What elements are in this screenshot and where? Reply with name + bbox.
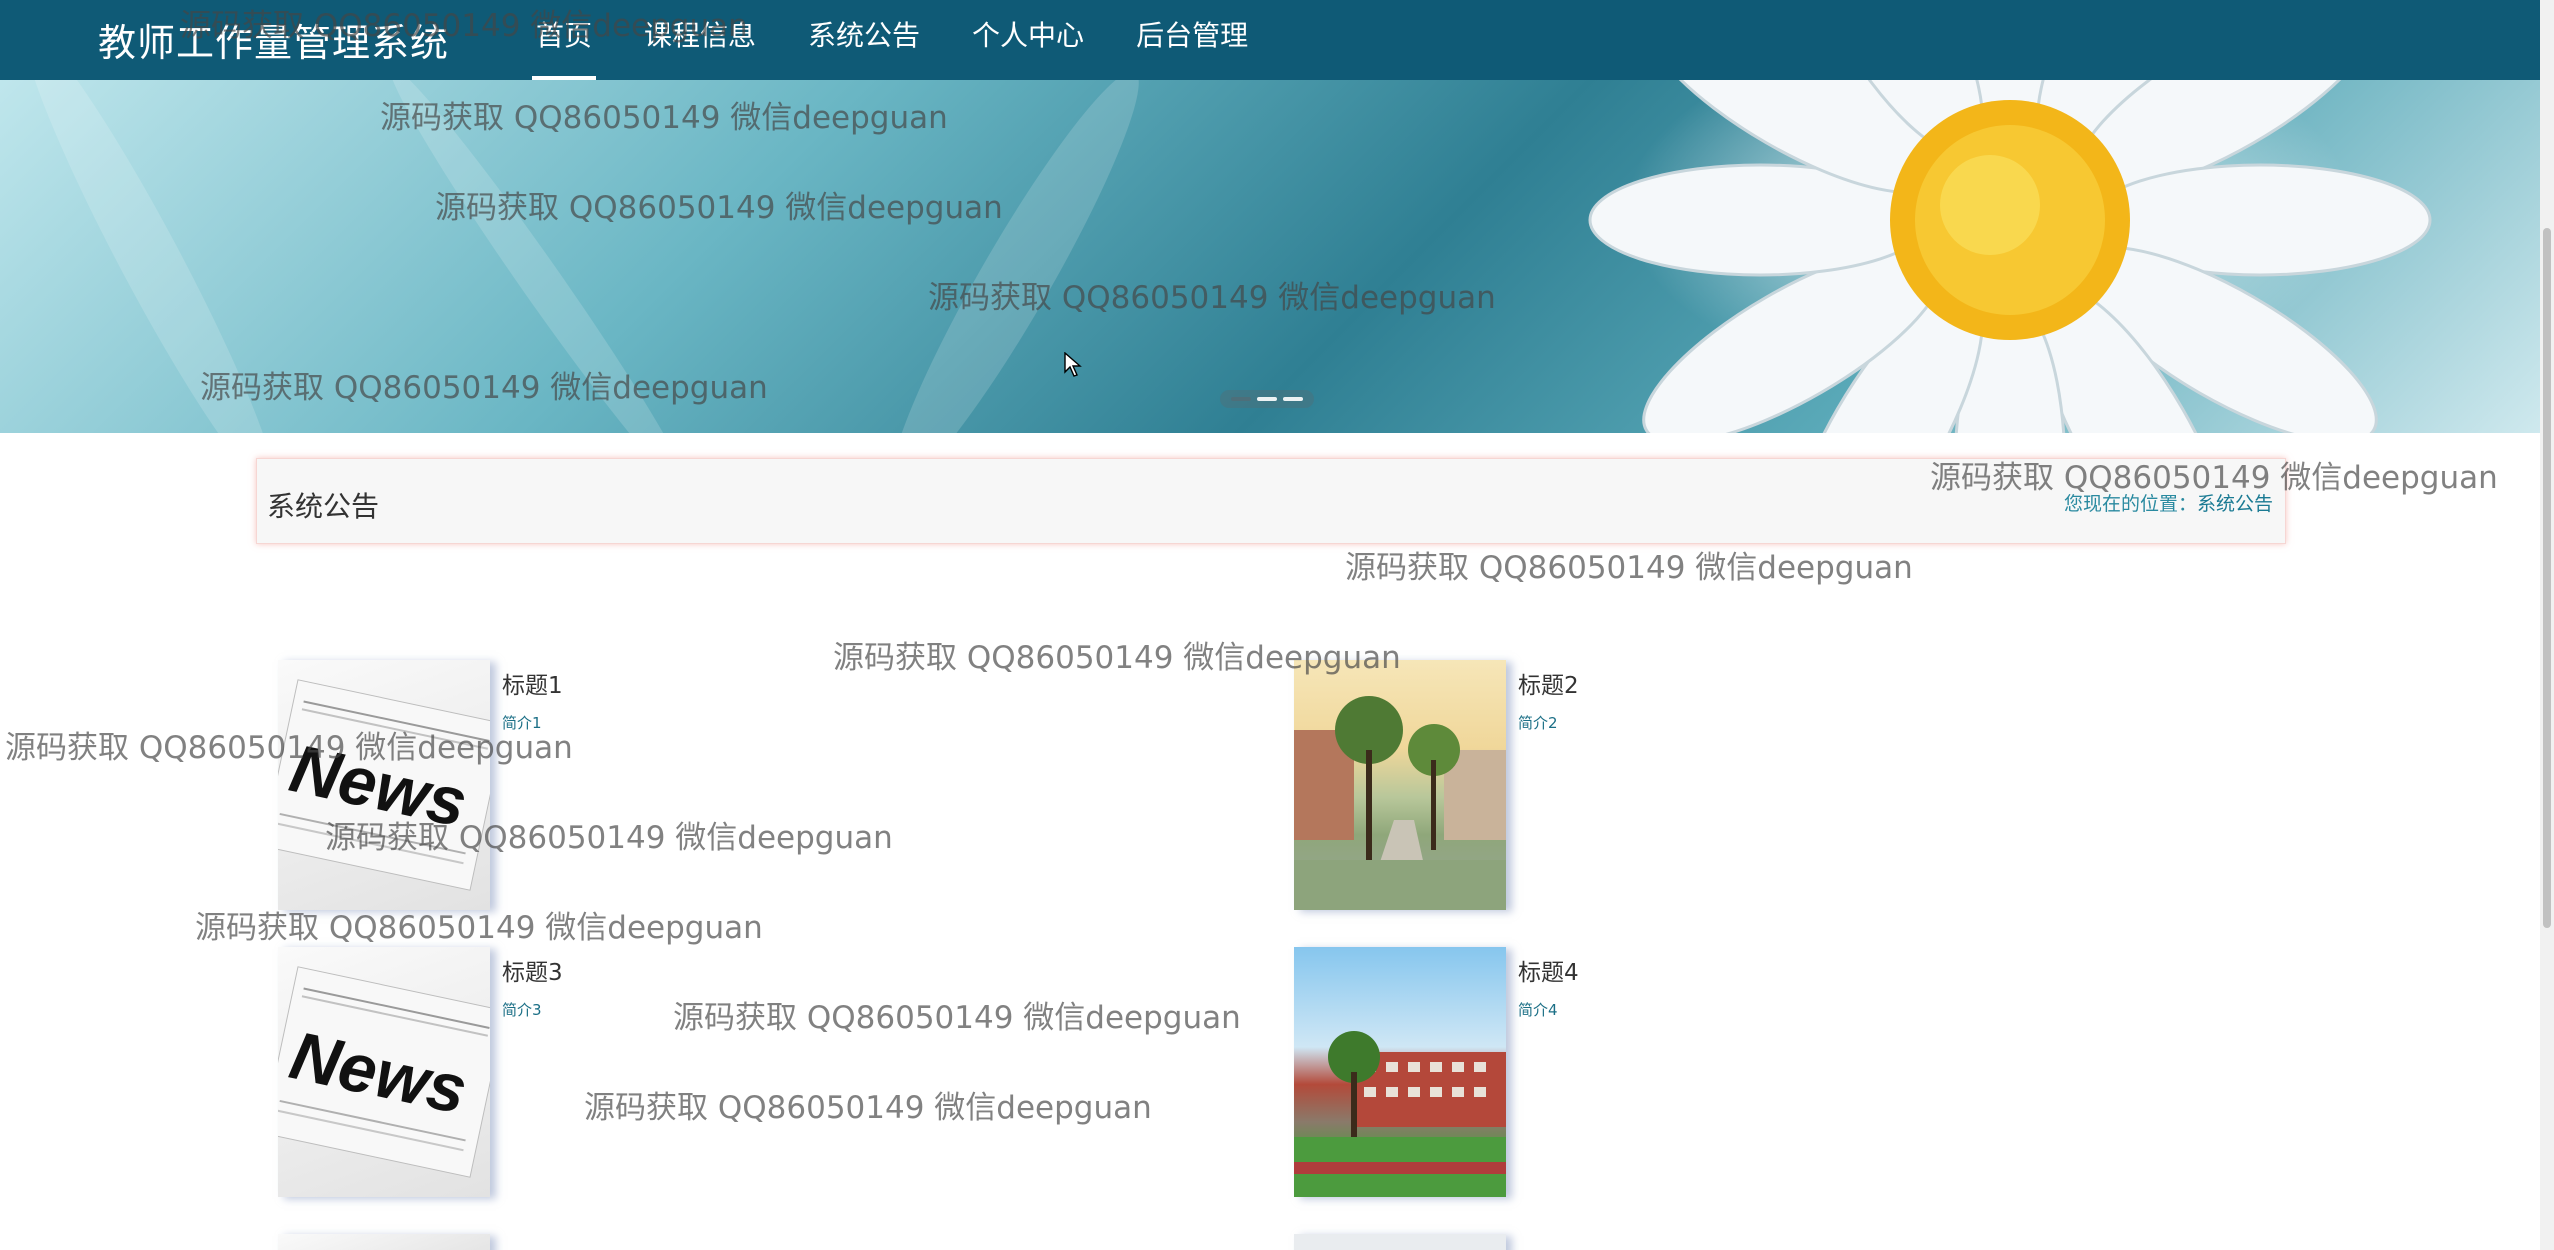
section-header: 系统公告 您现在的位置：系统公告 <box>256 458 2286 544</box>
breadcrumb-current[interactable]: 系统公告 <box>2197 493 2273 515</box>
carousel-indicators <box>1220 390 1314 408</box>
campus-building-image <box>1294 1031 1506 1197</box>
news-thumbnail[interactable] <box>1294 947 1506 1197</box>
banner-decoration <box>1 80 299 433</box>
news-title[interactable]: 标题3 <box>502 953 563 987</box>
banner-decoration <box>864 80 1166 433</box>
nav-admin[interactable]: 后台管理 <box>1122 0 1262 80</box>
breadcrumb: 您现在的位置：系统公告 <box>2064 489 2273 516</box>
mouse-cursor-icon <box>1064 352 1082 377</box>
news-item[interactable]: 标题2 简介2 <box>1294 660 2244 920</box>
section-title: 系统公告 <box>267 490 380 523</box>
daisy-flower-image <box>1588 80 2432 433</box>
newspaper-image: News <box>278 966 490 1178</box>
news-intro: 简介1 <box>502 714 542 732</box>
nav-personal-center[interactable]: 个人中心 <box>958 0 1098 80</box>
scrollbar-thumb[interactable] <box>2543 228 2551 928</box>
nav-announcements[interactable]: 系统公告 <box>794 0 934 80</box>
news-item[interactable]: 标题4 简介4 <box>1294 947 2244 1207</box>
app-title[interactable]: 教师工作量管理系统 <box>98 12 449 67</box>
news-intro: 简介3 <box>502 1001 542 1019</box>
banner-decoration <box>374 80 706 433</box>
carousel-dot[interactable] <box>1283 397 1303 401</box>
banner-carousel[interactable] <box>0 80 2540 433</box>
news-thumbnail-partial[interactable] <box>278 1234 490 1250</box>
news-thumbnail[interactable]: News <box>278 947 490 1197</box>
top-nav-bar: 教师工作量管理系统 首页 课程信息 系统公告 个人中心 后台管理 <box>0 0 2540 80</box>
news-thumbnail-partial[interactable] <box>1294 1234 1506 1250</box>
nav-course-info[interactable]: 课程信息 <box>630 0 770 80</box>
news-intro: 简介2 <box>1518 714 1558 732</box>
news-title[interactable]: 标题4 <box>1518 953 1579 987</box>
news-title[interactable]: 标题1 <box>502 666 563 700</box>
news-thumbnail[interactable]: News <box>278 660 490 910</box>
nav-home[interactable]: 首页 <box>522 0 606 80</box>
news-thumbnail[interactable] <box>1294 660 1506 910</box>
carousel-dot[interactable] <box>1231 397 1251 401</box>
campus-trees-image <box>1294 696 1506 910</box>
watermark-text: 源码获取 QQ86050149 微信deepguan <box>1345 550 1913 586</box>
breadcrumb-prefix: 您现在的位置： <box>2063 493 2197 515</box>
news-item[interactable]: News 标题1 简介1 <box>278 660 1228 920</box>
news-item[interactable]: News 标题3 简介3 <box>278 947 1228 1207</box>
main-nav: 首页 课程信息 系统公告 个人中心 后台管理 <box>522 0 1286 80</box>
carousel-dot[interactable] <box>1257 397 1277 401</box>
news-intro: 简介4 <box>1518 1001 1558 1019</box>
newspaper-image: News <box>278 679 490 891</box>
page: 教师工作量管理系统 首页 课程信息 系统公告 个人中心 后台管理 系统公告 您现… <box>0 0 2554 1250</box>
news-title[interactable]: 标题2 <box>1518 666 1579 700</box>
